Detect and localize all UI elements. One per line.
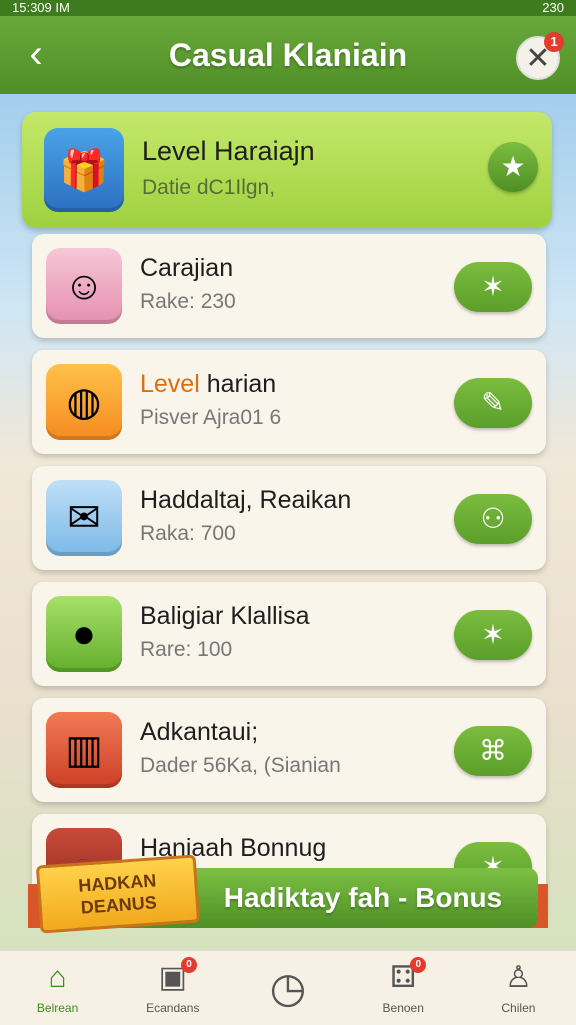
close-button[interactable]: ✕ 1 [516, 32, 564, 80]
featured-card[interactable]: 🎁 Level Haraiajn Datie dC1Ilgn, ★ [22, 112, 552, 228]
item-subtitle: Rare: 100 [140, 638, 233, 661]
item-title: Adkantaui; [140, 718, 259, 746]
item-action-button[interactable]: ⚇ [454, 494, 532, 544]
list-item[interactable]: ✉ Haddaltaj, Reaikan Raka: 700 ⚇ [32, 466, 546, 570]
item-title-rest: harian [199, 370, 277, 398]
tab-label: Benoen [382, 1001, 424, 1015]
tab-badge: 0 [410, 957, 427, 973]
item-action-button[interactable]: ✶ [454, 262, 532, 312]
tab-label: Ecandans [146, 1001, 200, 1015]
back-button[interactable]: ‹ [18, 34, 54, 74]
tab-calendar[interactable]: ▣ 0 Ecandans [115, 951, 230, 1025]
app-bar: ‹ Casual Klaniain ✕ 1 [0, 16, 576, 94]
list-item[interactable]: ▥ Adkantaui; Dader 56Ka, (Sianian ⌘ [32, 698, 546, 802]
status-bar: 15:309 IM 230 [0, 0, 576, 16]
bonus-banner[interactable]: Hadiktay fah - Bonus HADKAN DEANUS [28, 854, 548, 934]
featured-subtitle: Datie dC1Ilgn, [142, 176, 276, 199]
page-title: Casual Klaniain [168, 36, 408, 73]
orange-slice-icon: ◍ [46, 364, 122, 440]
item-title: Haddaltaj, Reaikan [140, 486, 352, 514]
item-subtitle: Dader 56Ka, (Sianian [140, 754, 341, 777]
list-item[interactable]: ◍ Level harian Pisver Ajra01 6 ✎ [32, 350, 546, 454]
item-action-button[interactable]: ⌘ [454, 726, 532, 776]
home-icon: ⌂ [48, 961, 67, 994]
item-action-button[interactable]: ✎ [454, 378, 532, 428]
popcorn-bucket-icon: ▥ [46, 712, 122, 788]
item-subtitle: Pisver Ajra01 6 [140, 406, 282, 429]
tab-compass[interactable]: ◷ [230, 951, 345, 1025]
challenge-list: 🎁 Level Haraiajn Datie dC1Ilgn, ★ ☺ Cara… [22, 112, 552, 930]
item-title: Baligiar Klallisa [140, 602, 310, 630]
item-subtitle: Raka: 700 [140, 522, 236, 545]
orange-fruit-icon: ● [46, 596, 122, 672]
tab-badge: 0 [180, 957, 197, 973]
notification-badge: 1 [544, 32, 564, 52]
tab-profile[interactable]: ♙ Chilen [461, 951, 576, 1025]
item-title: Level harian [140, 370, 276, 399]
compass-icon: ◷ [269, 964, 307, 1011]
tab-home[interactable]: ⌂ Belrean [0, 951, 115, 1025]
boy-face-icon: ☺ [46, 248, 122, 324]
treasure-scroll-icon: ✉ [46, 480, 122, 556]
list-item[interactable]: ● Baligiar Klallisa Rare: 100 ✶ [32, 582, 546, 686]
featured-star-button[interactable]: ★ [488, 142, 538, 192]
star-icon: ★ [500, 151, 526, 182]
item-action-button[interactable]: ✶ [454, 610, 532, 660]
item-subtitle: Rake: 230 [140, 290, 236, 313]
tab-label: Chilen [501, 1001, 536, 1015]
item-title-accent: Level [140, 370, 200, 398]
featured-title: Level Haraiajn [142, 136, 315, 166]
bonus-tag: HADKAN DEANUS [35, 854, 201, 934]
bottom-nav: ⌂ Belrean ▣ 0 Ecandans ◷ ⚃ 0 Benoen ♙ Chil… [0, 950, 576, 1025]
profile-icon: ♙ [504, 961, 532, 994]
tab-label: Belrean [36, 1001, 79, 1015]
item-title: Carajian [140, 254, 234, 282]
chevron-left-icon: ‹ [29, 32, 43, 76]
tab-dice[interactable]: ⚃ 0 Benoen [346, 951, 461, 1025]
status-battery: 230 [542, 0, 564, 15]
list-item[interactable]: ☺ Carajian Rake: 230 ✶ [32, 234, 546, 338]
gift-box-icon: 🎁 [44, 128, 124, 212]
status-time: 15:309 IM [12, 0, 70, 15]
